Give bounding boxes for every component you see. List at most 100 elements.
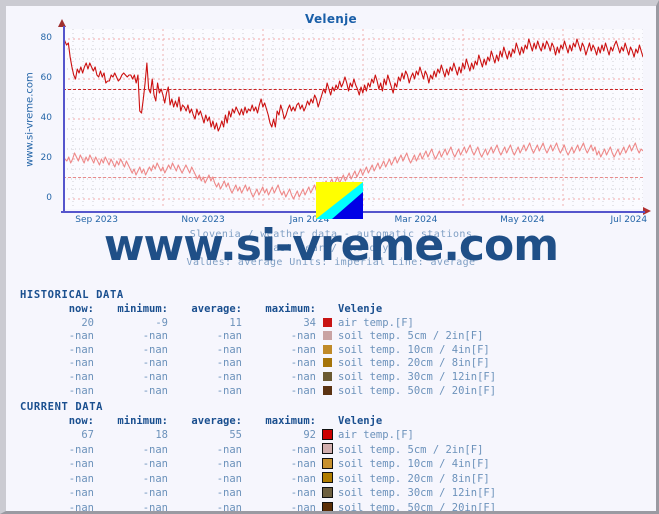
cell-minimum: -nan bbox=[142, 370, 168, 383]
chart-caption: Slovenia / weather data - automatic stat… bbox=[6, 228, 656, 270]
cell-now: -nan bbox=[68, 357, 94, 370]
col-header-swatch bbox=[316, 303, 338, 317]
table-row: -nan -nan -nan -nan soil temp. 20cm / 8in[F] bbox=[20, 472, 496, 487]
current-average-line bbox=[63, 89, 643, 90]
cell-now: -nan bbox=[68, 370, 94, 383]
series-color-swatch bbox=[316, 486, 338, 502]
cell-maximum: -nan bbox=[290, 384, 316, 397]
col-header-maximum: maximum: bbox=[265, 303, 316, 315]
historical-data-block: HISTORICAL DATA now: minimum: average: m… bbox=[20, 289, 650, 398]
series-label: soil temp. 20cm / 8in[F] bbox=[338, 357, 490, 370]
table-header-row: now: minimum: average: maximum: Velenje bbox=[20, 415, 496, 429]
cell-average: -nan bbox=[216, 502, 242, 511]
col-header-station: Velenje bbox=[338, 415, 383, 427]
table-row: 67 18 55 92 air temp.[F] bbox=[20, 428, 496, 444]
table-row: 20 -9 11 34 air temp.[F] bbox=[20, 317, 496, 331]
col-header-average: average: bbox=[191, 303, 242, 315]
series-color-swatch bbox=[316, 344, 338, 358]
cell-minimum: -nan bbox=[142, 357, 168, 370]
cell-average: -nan bbox=[216, 370, 242, 383]
cell-maximum: -nan bbox=[290, 357, 316, 370]
cell-minimum: -nan bbox=[142, 443, 168, 456]
series-color-swatch bbox=[316, 317, 338, 331]
cell-now: -nan bbox=[68, 330, 94, 343]
cell-minimum: -9 bbox=[155, 316, 168, 329]
col-header-station: Velenje bbox=[338, 303, 383, 315]
col-header-average: average: bbox=[191, 415, 242, 427]
table-row: -nan -nan -nan -nan soil temp. 50cm / 20in[F… bbox=[20, 501, 497, 511]
col-header-now: now: bbox=[68, 303, 94, 315]
x-tick-sep-2023: Sep 2023 bbox=[75, 215, 118, 225]
cell-maximum: 34 bbox=[303, 316, 316, 329]
y-axis-tick-labels: 0 20 40 60 80 bbox=[6, 6, 58, 216]
series-color-swatch bbox=[316, 443, 338, 458]
cell-maximum: -nan bbox=[290, 502, 316, 511]
series-label: air temp.[F] bbox=[338, 316, 414, 329]
col-header-minimum: minimum: bbox=[117, 415, 168, 427]
table-row: -nan -nan -nan -nan soil temp. 5cm / 2in[F] bbox=[20, 330, 496, 344]
x-tick-nov-2023: Nov 2023 bbox=[181, 215, 225, 225]
series-label: soil temp. 20cm / 8in[F] bbox=[338, 472, 490, 485]
caption-line-2: last year / one day. bbox=[266, 243, 396, 254]
cell-average: -nan bbox=[216, 472, 242, 485]
historical-average-line bbox=[63, 177, 643, 178]
cell-now: -nan bbox=[68, 487, 94, 500]
x-tick-jul-2024: Jul 2024 bbox=[610, 215, 648, 225]
cell-minimum: -nan bbox=[142, 343, 168, 356]
table-row: -nan -nan -nan -nan soil temp. 50cm / 20in[F… bbox=[20, 385, 496, 399]
table-row: -nan -nan -nan -nan soil temp. 10cm / 4in[F] bbox=[20, 457, 496, 473]
cell-minimum: -nan bbox=[142, 487, 168, 500]
y-tick-80: 80 bbox=[40, 33, 52, 43]
cell-now: -nan bbox=[68, 472, 94, 485]
cell-minimum: 18 bbox=[155, 429, 168, 442]
cell-maximum: -nan bbox=[290, 458, 316, 471]
si-vreme-flag-icon bbox=[316, 182, 363, 219]
table-row: -nan -nan -nan -nan soil temp. 10cm / 4in[F] bbox=[20, 344, 496, 358]
col-header-maximum: maximum: bbox=[265, 415, 316, 427]
cell-minimum: -nan bbox=[142, 384, 168, 397]
x-tick-mar-2024: Mar 2024 bbox=[394, 215, 438, 225]
cell-average: 55 bbox=[229, 429, 242, 442]
y-tick-40: 40 bbox=[40, 113, 52, 123]
y-tick-60: 60 bbox=[40, 73, 52, 83]
series-color-swatch bbox=[316, 472, 338, 487]
table-row: -nan -nan -nan -nan soil temp. 30cm / 12in[F… bbox=[20, 486, 497, 502]
series-label: soil temp. 30cm / 12in[F] bbox=[338, 370, 497, 383]
cell-average: -nan bbox=[216, 487, 242, 500]
y-tick-0: 0 bbox=[46, 193, 52, 203]
series-label: soil temp. 5cm / 2in[F] bbox=[338, 330, 484, 343]
series-color-swatch bbox=[316, 385, 338, 399]
x-tick-may-2024: May 2024 bbox=[500, 215, 545, 225]
cell-minimum: -nan bbox=[142, 472, 168, 485]
cell-maximum: -nan bbox=[290, 330, 316, 343]
cell-average: -nan bbox=[216, 343, 242, 356]
y-axis bbox=[63, 26, 65, 213]
series-label: soil temp. 10cm / 4in[F] bbox=[338, 458, 490, 471]
cell-maximum: -nan bbox=[290, 370, 316, 383]
table-header-row: now: minimum: average: maximum: Velenje bbox=[20, 303, 496, 317]
historical-data-table: now: minimum: average: maximum: Velenje … bbox=[20, 303, 496, 398]
cell-maximum: -nan bbox=[290, 472, 316, 485]
series-color-swatch bbox=[316, 501, 338, 511]
cell-minimum: -nan bbox=[142, 458, 168, 471]
cell-average: -nan bbox=[216, 330, 242, 343]
cell-maximum: -nan bbox=[290, 443, 316, 456]
series-label: soil temp. 50cm / 20in[F] bbox=[338, 502, 497, 511]
series-color-swatch bbox=[316, 428, 338, 444]
series-label: air temp.[F] bbox=[338, 429, 414, 442]
cell-average: 11 bbox=[229, 316, 242, 329]
series-label: soil temp. 30cm / 12in[F] bbox=[338, 487, 497, 500]
series-color-swatch bbox=[316, 457, 338, 473]
cell-average: -nan bbox=[216, 443, 242, 456]
page-inner: Velenje www.si-vreme.com 0 20 40 60 80 Sep 2… bbox=[6, 6, 656, 511]
cell-maximum: -nan bbox=[290, 487, 316, 500]
cell-now: 20 bbox=[81, 316, 94, 329]
cell-minimum: -nan bbox=[142, 502, 168, 511]
series-label: soil temp. 10cm / 4in[F] bbox=[338, 343, 490, 356]
cell-now: -nan bbox=[68, 458, 94, 471]
series-label: soil temp. 50cm / 20in[F] bbox=[338, 384, 497, 397]
cell-maximum: 92 bbox=[303, 429, 316, 442]
col-header-now: now: bbox=[68, 415, 94, 427]
cell-average: -nan bbox=[216, 384, 242, 397]
series-color-swatch bbox=[316, 371, 338, 385]
